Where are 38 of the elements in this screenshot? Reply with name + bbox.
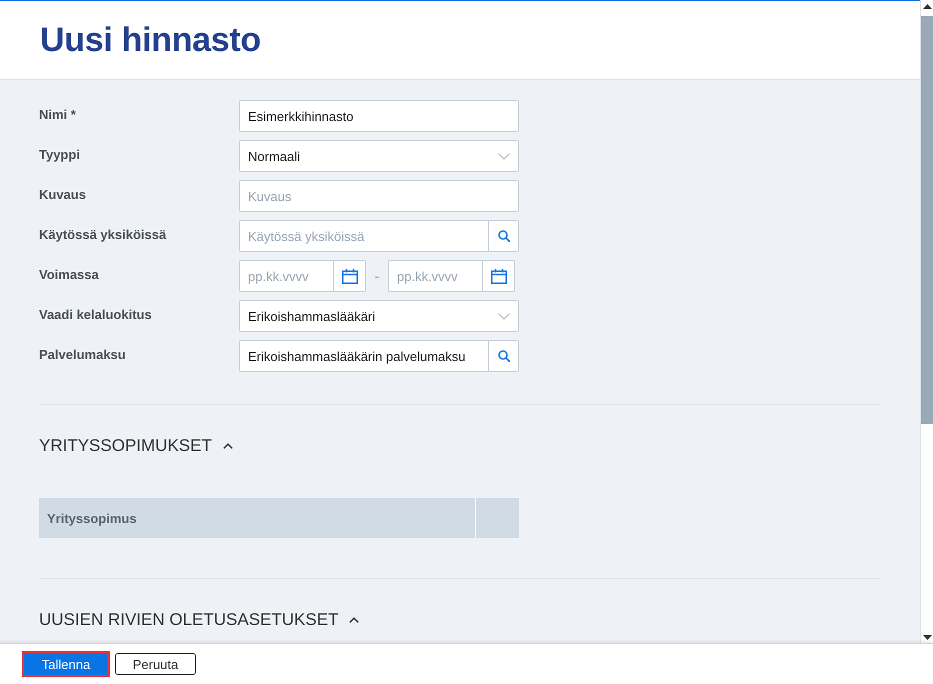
search-button[interactable]	[489, 220, 519, 252]
date-separator: -	[374, 268, 380, 284]
search-icon	[498, 230, 510, 242]
text-field[interactable]: Kuvaus	[239, 180, 519, 212]
date-field[interactable]: pp.kk.vvvv	[388, 260, 483, 292]
field-label: Tyyppi	[39, 147, 81, 163]
triangle-down-icon	[922, 634, 932, 640]
chevron-up-icon[interactable]	[349, 617, 360, 623]
calendar-button[interactable]	[334, 260, 366, 292]
field-label: Palvelumaksu	[39, 347, 127, 363]
search-field[interactable]: Erikoishammaslääkärin palvelumaksu	[239, 340, 489, 372]
calendar-button[interactable]	[483, 260, 515, 292]
field-label: Voimassa	[39, 267, 100, 283]
search-field[interactable]: Käytössä yksiköissä	[239, 220, 489, 252]
triangle-up-icon	[922, 4, 932, 8]
calendar-icon	[342, 268, 358, 284]
search-button[interactable]	[489, 340, 519, 372]
dropdown[interactable]: Normaali	[239, 140, 519, 172]
date-field[interactable]: pp.kk.vvvv	[239, 260, 334, 292]
cancel-button[interactable]: Peruuta	[115, 653, 196, 675]
column-header: Yrityssopimus	[47, 510, 137, 526]
section-title[interactable]: UUSIEN RIVIEN OLETUSASETUKSET	[39, 608, 338, 632]
page-title: Uusi hinnasto	[40, 20, 261, 60]
dropdown[interactable]: Erikoishammaslääkäri	[239, 300, 519, 332]
section-title[interactable]: YRITYSSOPIMUKSET	[39, 434, 212, 458]
search-icon	[498, 350, 510, 362]
calendar-icon	[490, 268, 506, 284]
save-button[interactable]: Tallenna	[22, 651, 110, 677]
scrollbar-thumb[interactable]	[921, 16, 933, 424]
field-label: Vaadi kelaluokitus	[39, 307, 153, 323]
chevron-down-icon	[498, 152, 510, 160]
field-label: Nimi *	[39, 107, 77, 123]
field-label: Käytössä yksiköissä	[39, 227, 168, 243]
scrollbar[interactable]	[920, 0, 933, 643]
chevron-down-icon	[498, 312, 510, 320]
text-field[interactable]: Esimerkkihinnasto	[239, 100, 519, 132]
chevron-up-icon[interactable]	[222, 443, 233, 449]
field-label: Kuvaus	[39, 187, 87, 203]
